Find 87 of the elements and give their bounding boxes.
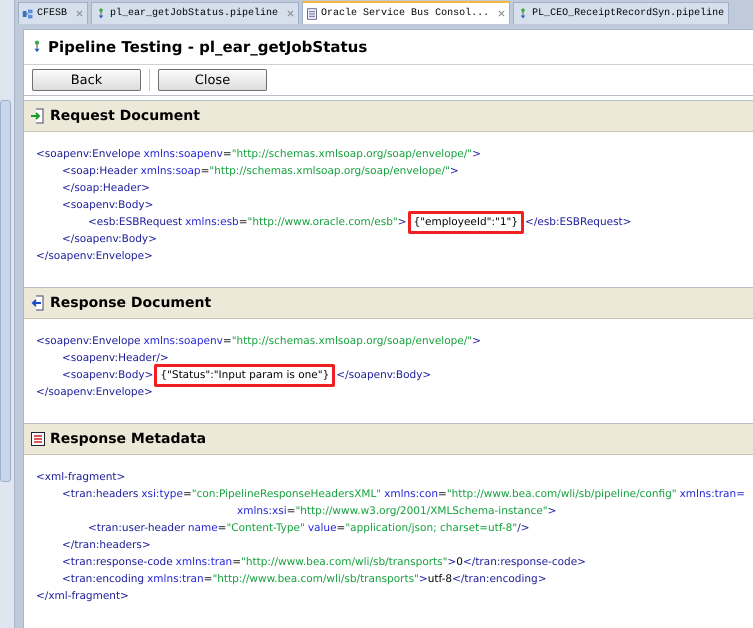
attribute-value: "con:PipelineResponseHeadersXML": [192, 487, 382, 502]
xml-tag: >: [472, 146, 481, 163]
attribute-name: xmlns:con: [384, 487, 438, 502]
xml-tag: </xml-fragment>: [36, 588, 129, 605]
xml-tag: </soapenv:Envelope>: [36, 248, 153, 265]
attribute-name: xmlns:soapenv: [144, 334, 223, 349]
xml-tag: </soapenv:Body>: [62, 231, 157, 248]
equals-sign: =: [238, 215, 248, 230]
attribute-name: xmlns:tran: [147, 572, 204, 587]
xml-tag: <tran:encoding: [62, 571, 144, 588]
close-icon[interactable]: [498, 10, 506, 17]
tab[interactable]: pl_ear_getJobStatus.pipeline: [91, 2, 300, 24]
attribute-name: xmlns:soapenv: [144, 147, 223, 162]
element-text: utf-8: [428, 572, 452, 587]
xml-tag: </soapenv:Body>: [336, 367, 432, 384]
attribute-name: xmlns:tran=: [680, 487, 745, 502]
xml-tag: </soap:Header>: [62, 180, 150, 197]
xml-tag: <esb:ESBRequest: [88, 214, 182, 231]
request-icon: [30, 108, 46, 124]
xml-tag: >: [398, 214, 407, 231]
xml-tag: <tran:headers: [62, 486, 138, 503]
xml-tag: <soapenv:Envelope: [36, 146, 141, 163]
attribute-name: xmlns:xsi: [237, 504, 287, 519]
xml-tag: >: [548, 503, 556, 520]
list-icon: [30, 431, 46, 447]
xml-tag: >: [450, 163, 459, 180]
attribute-name: xmlns:tran: [176, 555, 232, 570]
attribute-value: "http://schemas.xmlsoap.org/soap/envelope/": [232, 334, 472, 349]
attribute-value: "http://www.oracle.com/esb": [248, 215, 398, 230]
xml-tag: <tran:user-header: [88, 520, 185, 537]
xml-tag: <soapenv:Header/>: [62, 350, 169, 367]
equals-sign: =: [286, 504, 296, 519]
tab[interactable]: PL_CEO_ReceiptRecordSyn.pipeline: [513, 2, 730, 24]
tab[interactable]: Oracle Service Bus Consol...: [302, 1, 510, 24]
xml-tag: <soapenv:Body>: [62, 367, 154, 384]
section-title: Response Document: [50, 295, 212, 311]
page-title: Pipeline Testing - pl_ear_getJobStatus: [48, 38, 368, 56]
xml-tag: <tran:response-code: [62, 554, 173, 571]
xml-tag: </tran:response-code>: [462, 554, 586, 571]
scrollbar[interactable]: [0, 100, 11, 482]
xml-tag: </esb:ESBRequest>: [525, 214, 632, 231]
tab[interactable]: CFESB: [18, 2, 88, 24]
xml-tag: >: [418, 571, 428, 588]
highlighted-text: {"employeeId":"1"}: [408, 211, 524, 234]
attribute-value: "Content-Type": [226, 521, 305, 536]
equals-sign: =: [222, 147, 232, 162]
response-icon: [30, 295, 46, 311]
attribute-value: "http://schemas.xmlsoap.org/soap/envelope/": [209, 164, 450, 179]
section-title: Request Document: [50, 108, 200, 124]
close-icon[interactable]: [287, 10, 294, 17]
xml-tag: />: [517, 520, 530, 537]
xml-tag: </tran:headers>: [62, 537, 151, 554]
attribute-name: xmlns:esb: [185, 215, 239, 230]
document-icon: [306, 8, 318, 20]
equals-sign: =: [204, 572, 212, 587]
equals-sign: =: [438, 487, 447, 502]
button[interactable]: Close: [158, 69, 267, 91]
service-icon: [22, 8, 34, 20]
attribute-value: "http://www.w3.org/2001/XMLSchema-instance": [295, 504, 548, 519]
equals-sign: =: [200, 164, 210, 179]
equals-sign: =: [336, 521, 346, 536]
attribute-name: xsi:type: [141, 487, 183, 502]
xml-tag: </tran:encoding>: [452, 571, 546, 588]
xml-tag: <soapenv:Body>: [62, 197, 154, 214]
xml-tag: <xml-fragment>: [36, 469, 126, 486]
xml-tag: <soapenv:Envelope: [36, 333, 141, 350]
section-title: Response Metadata: [50, 431, 206, 447]
xml-tag: </soapenv:Envelope>: [36, 384, 153, 401]
attribute-value: "http://www.bea.com/wli/sb/transports": [212, 572, 419, 587]
xml-tag: >: [472, 333, 481, 350]
attribute-name: value: [308, 521, 337, 536]
xml-tag: <soap:Header: [62, 163, 138, 180]
button[interactable]: Back: [32, 69, 141, 91]
attribute-value: "http://www.bea.com/wli/sb/pipeline/config": [446, 487, 677, 502]
element-text: 0: [456, 555, 463, 570]
attribute-value: "application/json; charset=utf-8": [345, 521, 518, 536]
attribute-name: name: [188, 521, 218, 536]
xml-tag: >: [447, 554, 456, 571]
attribute-value: "http://schemas.xmlsoap.org/soap/envelope/": [232, 147, 472, 162]
highlighted-text: {"Status":"Input param is one"}: [154, 364, 336, 387]
attribute-value: "http://www.bea.com/wli/sb/transports": [241, 555, 448, 570]
equals-sign: =: [218, 521, 226, 536]
attribute-name: xmlns:soap: [140, 164, 201, 179]
equals-sign: =: [222, 334, 232, 349]
equals-sign: =: [232, 555, 242, 570]
equals-sign: =: [182, 487, 192, 502]
close-icon[interactable]: [76, 10, 84, 17]
